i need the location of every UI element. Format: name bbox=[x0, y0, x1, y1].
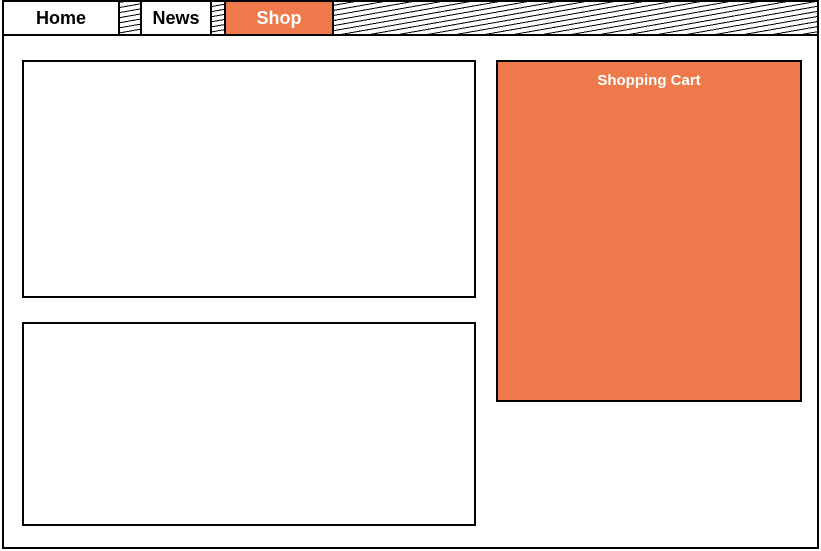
nav-spacer bbox=[120, 2, 140, 34]
nav-spacer bbox=[212, 2, 224, 34]
tab-home[interactable]: Home bbox=[4, 2, 120, 34]
tab-shop[interactable]: Shop bbox=[224, 2, 334, 34]
content-panel-top bbox=[22, 60, 476, 298]
tab-news[interactable]: News bbox=[140, 2, 212, 34]
top-nav: Home News Shop bbox=[2, 0, 819, 36]
shopping-cart-title: Shopping Cart bbox=[498, 72, 800, 89]
content-panel-bottom bbox=[22, 322, 476, 526]
app-frame: Home News Shop Shopping Cart bbox=[0, 0, 821, 551]
shopping-cart-panel[interactable]: Shopping Cart bbox=[496, 60, 802, 402]
